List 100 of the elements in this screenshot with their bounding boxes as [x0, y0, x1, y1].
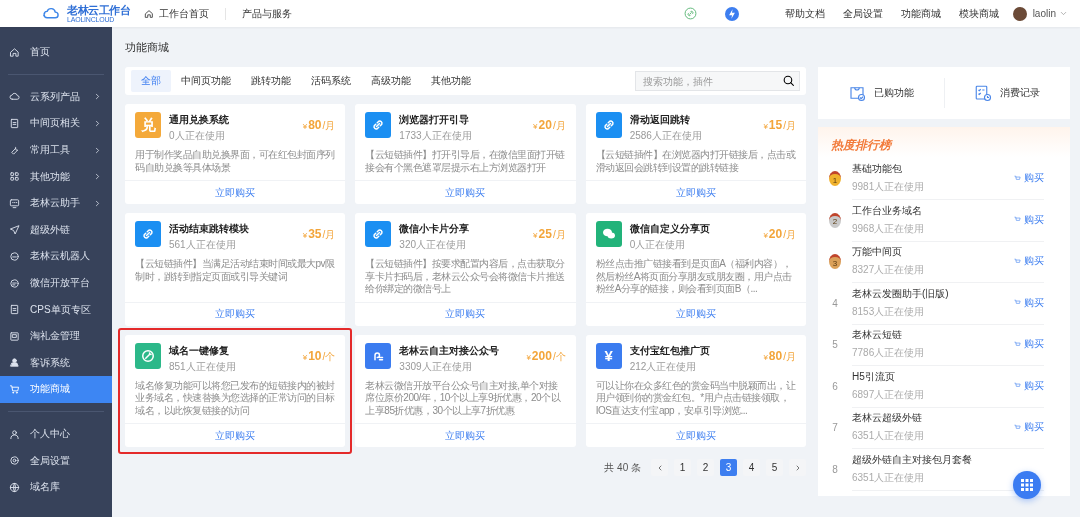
bag-check-icon [847, 84, 866, 102]
user-count: 9968人正在使用 [852, 221, 926, 236]
filter-tab[interactable]: 全部 [131, 70, 171, 92]
user-count: 320人正在使用 [399, 238, 467, 252]
lightning-icon[interactable] [724, 6, 739, 21]
filter-tab[interactable]: 中间页功能 [171, 70, 241, 92]
buy-link[interactable]: 购买 [1014, 295, 1044, 310]
sidebar-item[interactable]: 超级外链 [0, 216, 112, 244]
home-icon [9, 46, 20, 58]
product-name: 微信自定义分享页 [629, 222, 711, 236]
grid-icon [9, 171, 20, 183]
home-link[interactable]: 工作台首页 [144, 6, 209, 21]
document-icon [9, 118, 20, 129]
buy-link[interactable]: 购买 [1014, 420, 1044, 435]
buy-now-link[interactable]: 立即购买 [445, 185, 486, 200]
buy-now-link[interactable]: 立即购买 [445, 428, 486, 443]
buy-now-link[interactable]: 立即购买 [445, 307, 486, 321]
price: ¥10/个 [302, 347, 336, 364]
sidebar-item[interactable]: 其他功能 [0, 163, 112, 190]
cart-icon [9, 383, 20, 395]
search-field[interactable]: 搜索功能，插件 [635, 71, 800, 91]
header-link[interactable]: 帮助文档 [784, 6, 825, 21]
filter-tab[interactable]: 活码系统 [301, 70, 361, 92]
buy-link[interactable]: 购买 [1014, 212, 1044, 227]
ranking-name: 万能中间页 [852, 245, 903, 260]
ranking-title: 热度排行榜 [830, 137, 894, 154]
sidebar-item[interactable]: 常用工具 [0, 136, 112, 164]
sidebar-item[interactable]: 全局设置 [0, 447, 112, 474]
rank-medal: 2 [829, 212, 841, 228]
rank-number: 7 [832, 422, 838, 434]
chevron-right-icon [93, 198, 102, 208]
checklist-clock-icon [974, 84, 993, 102]
rank-number: 4 [832, 297, 838, 309]
page-button[interactable]: 4 [743, 459, 760, 476]
sidebar-item[interactable]: 老林云助手 [0, 189, 112, 217]
cart-icon [1014, 257, 1021, 265]
buy-now-link[interactable]: 立即购买 [215, 185, 256, 200]
ranking-name: 老林云发圈助手(旧版) [852, 286, 950, 301]
page-button[interactable]: 1 [674, 459, 691, 476]
sidebar-item[interactable]: 功能商城 [0, 376, 112, 403]
search-icon [782, 74, 795, 87]
user-count: 6351人正在使用 [852, 470, 926, 485]
product-name: 微信小卡片分享 [399, 222, 471, 236]
user-count: 1733人正在使用 [399, 129, 473, 143]
product-description: 用于制作奖品自助兑换界面，可在红包封面序列码自助兑换等具体场景 [134, 148, 336, 175]
products-link[interactable]: 产品与服务 [242, 6, 292, 21]
cart-icon [1014, 382, 1021, 390]
user-name[interactable]: laolin [1032, 8, 1056, 19]
user-count: 6897人正在使用 [852, 387, 926, 402]
sidebar-item[interactable]: CPS单页专区 [0, 296, 112, 323]
avatar[interactable] [1012, 6, 1027, 21]
character-tile-icon: ¥ [595, 342, 622, 369]
product-description: 域名修复功能可以将您已发布的短链接内的被封业务域名，快速替换为您选择的正常访问的目标域名，以此恢复链接的访问 [134, 378, 336, 418]
page-title: 功能商城 [125, 39, 170, 55]
buy-now-link[interactable]: 立即购买 [215, 307, 256, 321]
buy-now-link[interactable]: 立即购买 [675, 185, 716, 200]
user-count: 6351人正在使用 [852, 429, 926, 444]
header-link[interactable]: 全局设置 [842, 6, 883, 21]
product-description: 【云短链插件】按要求配置内容后，点击获取分享卡片扫码后，老林云公众号会将微信卡片推送给你绑定的微信号上 [364, 257, 566, 296]
buy-now-link[interactable]: 立即购买 [215, 428, 256, 443]
user-count: 7786人正在使用 [852, 346, 926, 361]
product-description: 【云短链插件】当满足活动结束时间或最大pv限制时，跳转到指定页面或引导关键词 [134, 257, 336, 284]
product-description: 可以让你在众多红色的赏金码当中脱颖而出，让用户领到你的赏金红包。*用户点击链接领取，IOS直达支付宝app，安卓引导浏览... [594, 378, 797, 418]
rank-number: 6 [832, 380, 838, 392]
buy-now-link[interactable]: 立即购买 [675, 428, 716, 443]
product-name: 活动结束跳转模块 [169, 222, 250, 236]
sidebar-item[interactable]: 首页 [0, 39, 112, 66]
sidebar-item[interactable]: 微信开放平台 [0, 269, 112, 297]
buy-link[interactable]: 购买 [1014, 254, 1044, 269]
monitor-icon [9, 197, 20, 209]
quick-link[interactable]: 已购功能 [818, 84, 944, 102]
buy-link[interactable]: 购买 [1014, 171, 1044, 186]
sidebar-item[interactable]: 域名库 [0, 473, 112, 501]
rank-number: 8 [832, 463, 838, 475]
page-button[interactable]: 5 [766, 459, 783, 476]
sidebar-item[interactable]: 老林云机器人 [0, 243, 112, 270]
filter-tab[interactable]: 高级功能 [361, 70, 421, 92]
sidebar-item[interactable]: 个人中心 [0, 420, 112, 448]
buy-link[interactable]: 购买 [1014, 337, 1044, 352]
price: ¥15/月 [763, 117, 796, 133]
product-name: 通用兑换系统 [169, 113, 230, 127]
header-link[interactable]: 模块商城 [958, 6, 999, 21]
user-count: 3309人正在使用 [399, 359, 473, 374]
sidebar-item[interactable]: 客诉系统 [0, 349, 112, 377]
buy-now-link[interactable]: 立即购买 [675, 307, 716, 321]
header-link[interactable]: 功能商城 [900, 6, 941, 21]
filter-tab[interactable]: 跳转功能 [241, 70, 301, 92]
filter-tab[interactable]: 其他功能 [421, 70, 481, 92]
user-count: 212人正在使用 [629, 359, 698, 374]
sidebar-item[interactable]: 云系列产品 [0, 83, 112, 111]
settings-icon [9, 455, 20, 467]
chevron-right-icon [93, 172, 102, 182]
product-description: 【云短链插件】在浏览器内打开链接后，点击或滑动返回会跳转到设置的跳转链接 [594, 148, 797, 175]
page-button[interactable]: 3 [720, 459, 737, 476]
buy-link[interactable]: 购买 [1014, 378, 1044, 393]
sidebar-item[interactable]: 中间页相关 [0, 110, 112, 137]
document-icon [9, 304, 20, 316]
page-button[interactable]: 2 [697, 459, 714, 476]
sidebar-item[interactable]: 淘礼金管理 [0, 322, 112, 350]
quick-link[interactable]: 消费记录 [944, 84, 1070, 102]
